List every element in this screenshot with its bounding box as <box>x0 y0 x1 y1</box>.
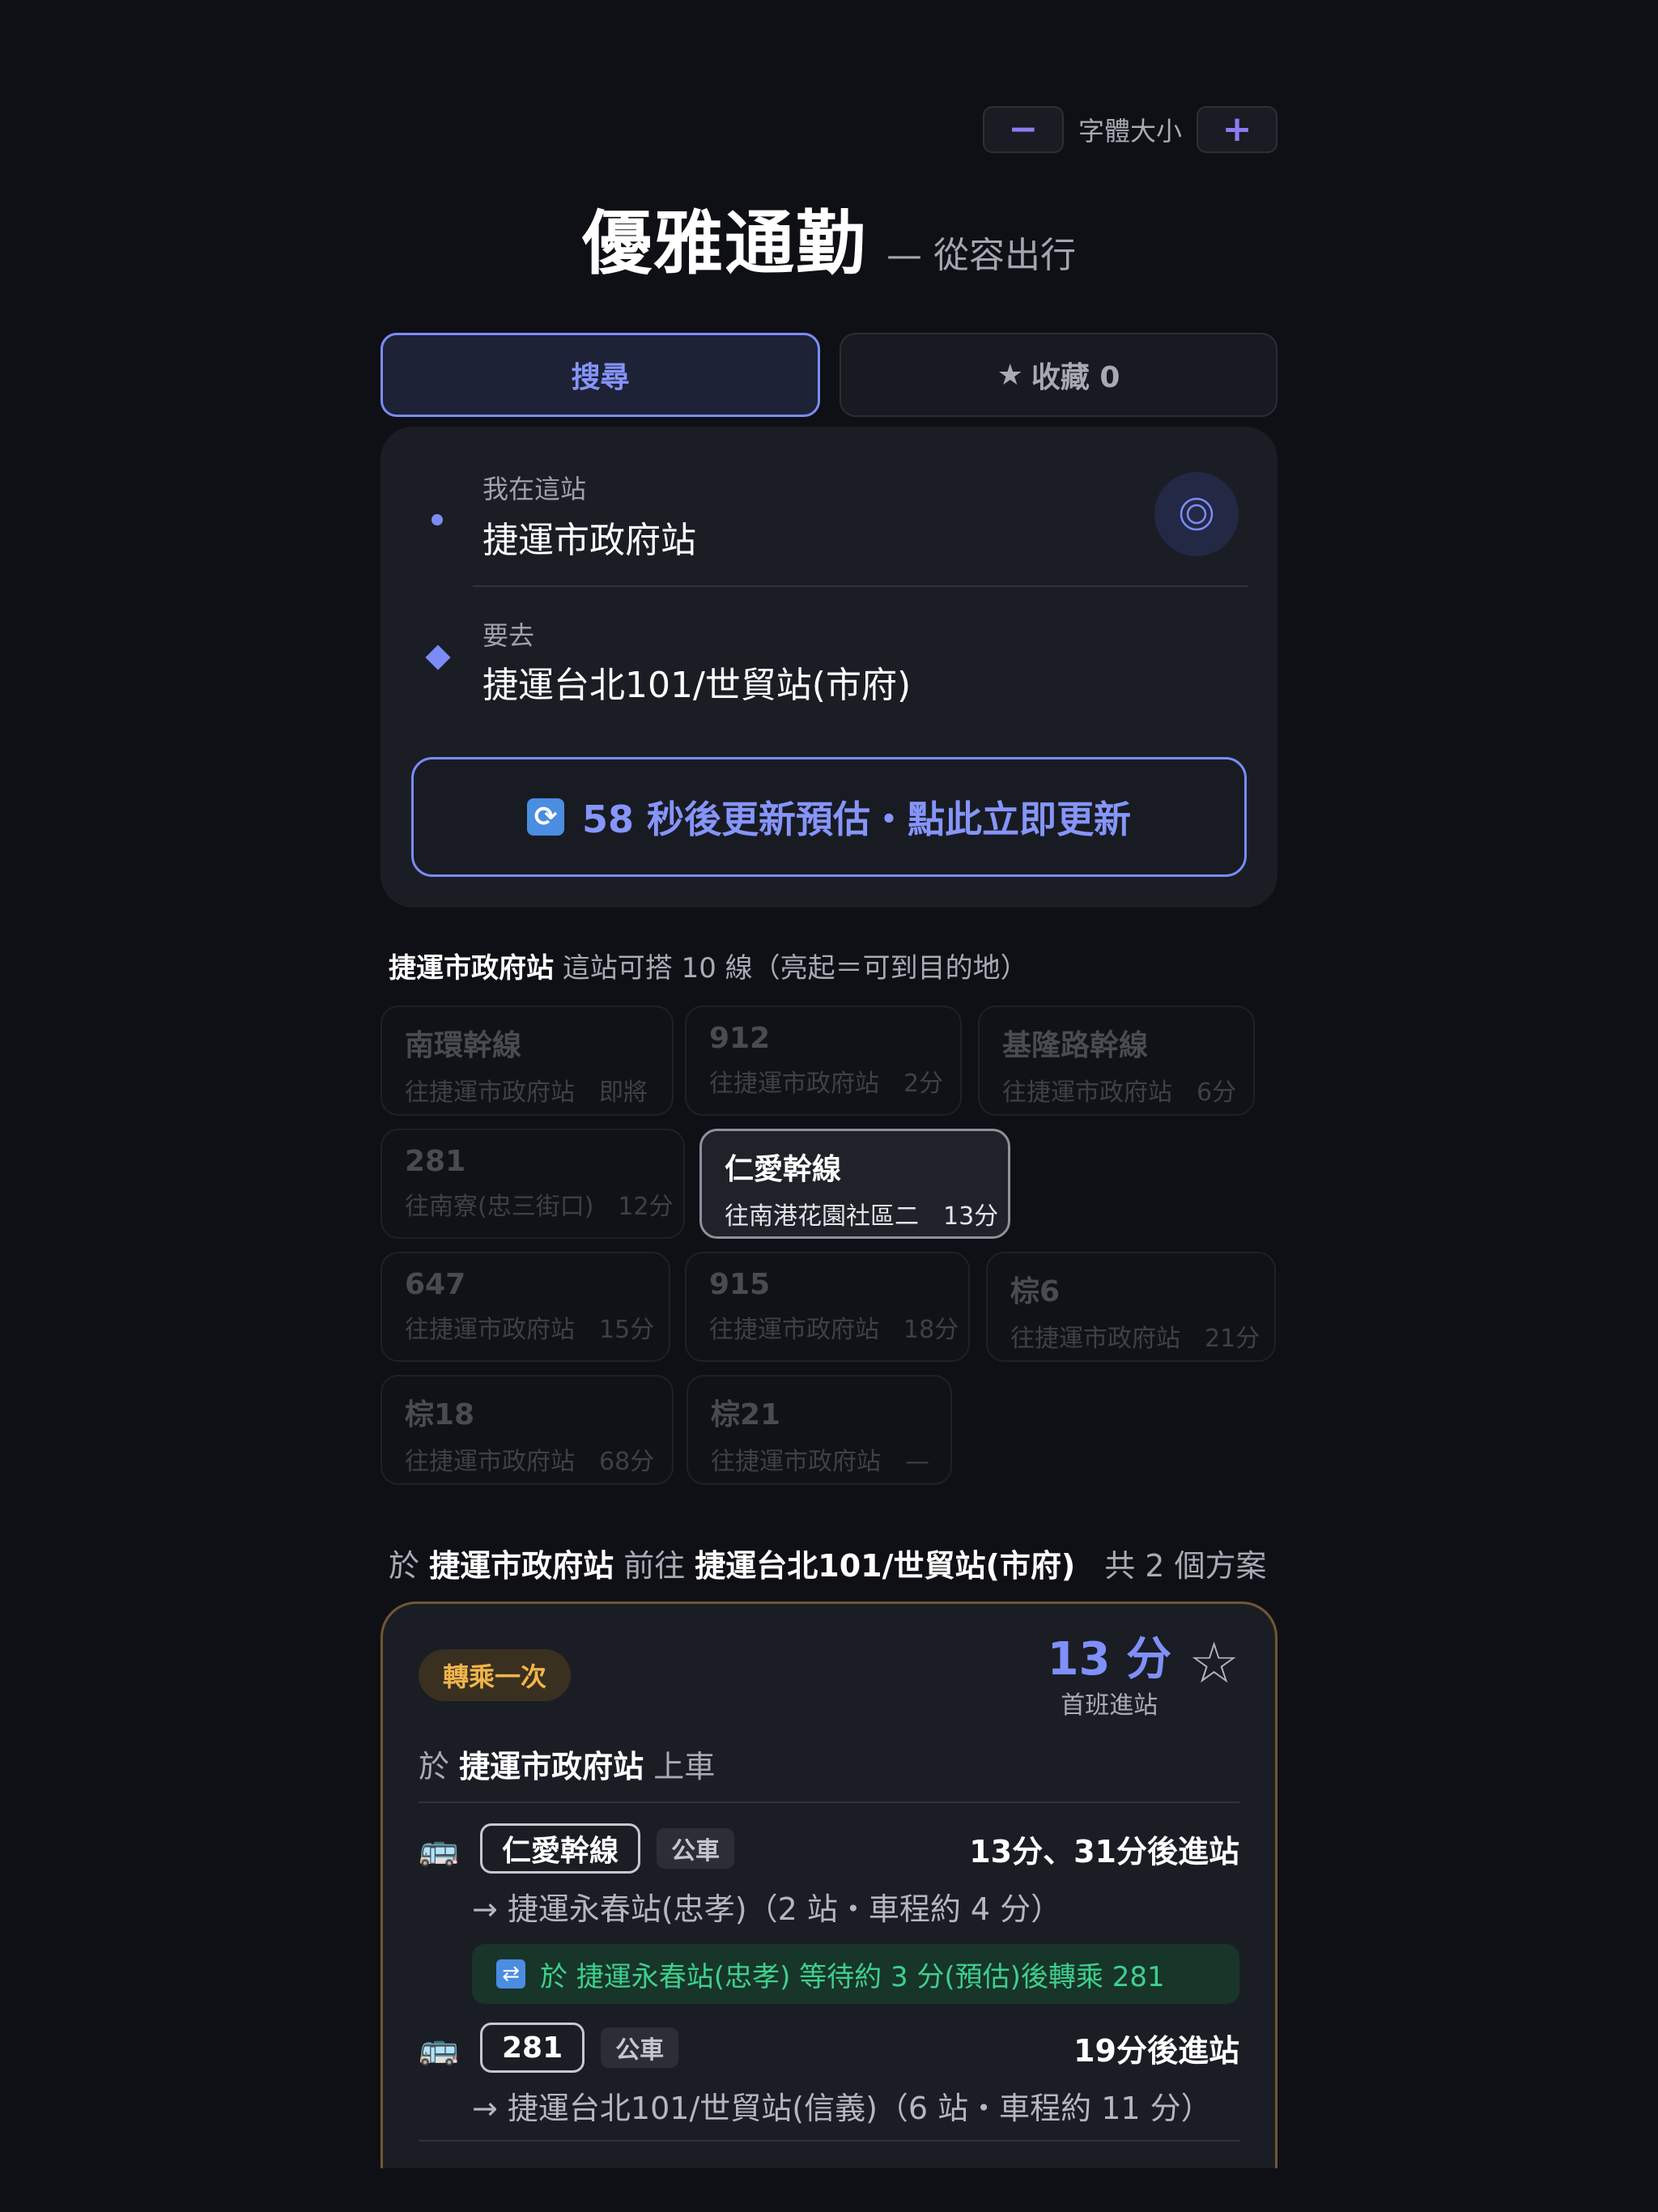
route-chip-name: 棕18 <box>405 1398 475 1431</box>
bus-icon: 🚌 <box>419 1830 459 1868</box>
plans-to-station: 捷運台北101/世貿站(市府) <box>695 1548 1076 1584</box>
app-subtitle: — 從容出行 <box>886 235 1076 276</box>
route-chip-dest: 往捷運市政府站 2分 <box>709 1070 944 1098</box>
refresh-icon: ⟳ <box>526 798 564 836</box>
plans-header-text: 於 <box>389 1548 430 1584</box>
eta-minutes: 13 分 <box>1047 1633 1171 1686</box>
plan-card[interactable]: 轉乘一次 13 分 首班進站 ☆ 於 捷運市政府站 上車 🚌 仁愛幹線 公車 1… <box>380 1602 1278 2168</box>
route-chip[interactable]: 912 往捷運市政府站 2分 <box>685 1006 962 1116</box>
leg-row: 🚌 281 公車 19分後進站 <box>419 2022 1239 2074</box>
eta-label: 首班進站 <box>1061 1691 1158 1720</box>
transfer-notice: ⇄ 於 捷運永春站(忠孝) 等待約 3 分(預估)後轉乘 281 <box>472 1944 1239 2004</box>
route-chip[interactable]: 基隆路幹線 往捷運市政府站 6分 <box>978 1006 1255 1116</box>
plan-divider <box>419 1802 1239 1803</box>
target-icon <box>1180 497 1214 531</box>
destination-input[interactable]: 捷運台北101/世貿站(市府) <box>483 656 911 708</box>
station-lines-summary: 這站可搭 10 線（亮起＝可到目的地） <box>554 952 1028 985</box>
route-chip-dest: 往南港花園社區二 13分 <box>725 1202 999 1231</box>
route-chip-name: 南環幹線 <box>405 1029 522 1062</box>
destination-label: 要去 <box>483 620 535 651</box>
arrival-times: 13分、31分後進站 <box>969 1833 1239 1870</box>
tab-favorites-label: 收藏 0 <box>1031 361 1120 394</box>
route-chip-dest: 往捷運市政府站 即將 <box>405 1078 648 1107</box>
transfer-badge: 轉乘一次 <box>419 1649 572 1701</box>
route-chip[interactable]: 281 往南寮(忠三街口) 12分 <box>380 1129 685 1239</box>
route-chip[interactable]: 棕18 往捷運市政府站 68分 <box>380 1375 674 1485</box>
route-chip[interactable]: 915 往捷運市政府站 18分 <box>685 1252 970 1362</box>
transfer-icon: ⇄ <box>496 1959 525 1989</box>
arrival-times: 19分後進站 <box>1073 2032 1239 2069</box>
route-chip-dest: 往捷運市政府站 6分 <box>1002 1078 1237 1107</box>
route-chip-lit[interactable]: 仁愛幹線 往南港花園社區二 13分 <box>699 1129 1010 1239</box>
route-chip-name: 915 <box>709 1268 771 1301</box>
origin-label: 我在這站 <box>483 474 587 504</box>
route-chip-name: 基隆路幹線 <box>1002 1029 1149 1062</box>
search-card: 我在這站 捷運市政府站 要去 捷運台北101/世貿站(市府) ⟳ 58 秒後更新… <box>380 427 1278 908</box>
leg-destination: → 捷運永春站(忠孝)（2 站・車程約 4 分） <box>472 1891 1062 1927</box>
favorite-star-icon[interactable]: ☆ <box>1188 1635 1239 1691</box>
board-station: 捷運市政府站 <box>459 1749 644 1784</box>
route-chip-dest: 往捷運市政府站 21分 <box>1010 1325 1261 1353</box>
route-chip-name: 647 <box>405 1268 466 1301</box>
route-chip-name: 棕21 <box>711 1398 781 1431</box>
leg-row: 🚌 仁愛幹線 公車 13分、31分後進站 <box>419 1823 1239 1874</box>
transfer-text: 於 捷運永春站(忠孝) 等待約 3 分(預估)後轉乘 281 <box>540 1960 1165 1993</box>
app-title: 優雅通勤 <box>582 203 867 284</box>
font-size-control: − 字體大小 + <box>982 106 1278 153</box>
refresh-text: 58 秒後更新預估・點此立即更新 <box>581 798 1132 841</box>
field-divider <box>473 585 1248 587</box>
route-chip-name: 仁愛幹線 <box>725 1153 842 1186</box>
origin-dot-icon <box>432 514 443 525</box>
mode-tag: 公車 <box>601 2027 679 2068</box>
star-icon: ★ <box>997 358 1023 392</box>
route-badge[interactable]: 仁愛幹線 <box>480 1823 641 1874</box>
locate-button[interactable] <box>1154 472 1239 556</box>
tab-favorites[interactable]: ★ 收藏 0 <box>840 333 1278 417</box>
route-chip[interactable]: 647 往捷運市政府站 15分 <box>380 1252 670 1362</box>
route-chip-dest: 往捷運市政府站 15分 <box>405 1316 655 1344</box>
route-chip-name: 棕6 <box>1010 1275 1061 1308</box>
route-chip-dest: 往捷運市政府站 68分 <box>405 1448 655 1476</box>
route-chip[interactable]: 南環幹線 往捷運市政府站 即將 <box>380 1006 674 1116</box>
route-chip-name: 281 <box>405 1145 466 1178</box>
origin-input[interactable]: 捷運市政府站 <box>483 511 696 563</box>
eta: 13 分 首班進站 <box>1048 1635 1171 1721</box>
tab-search-label: 搜尋 <box>571 361 630 394</box>
refresh-button[interactable]: ⟳ 58 秒後更新預估・點此立即更新 <box>411 757 1247 877</box>
route-chip-name: 912 <box>709 1022 771 1055</box>
plan-divider <box>419 2140 1239 2142</box>
destination-diamond-icon <box>425 644 451 670</box>
tab-search[interactable]: 搜尋 <box>380 333 820 417</box>
station-name: 捷運市政府站 <box>389 952 554 985</box>
tab-bar: 搜尋 ★ 收藏 0 <box>380 333 1278 417</box>
leg-destination: → 捷運台北101/世貿站(信義)（6 站・車程約 11 分） <box>472 2091 1212 2126</box>
font-increase-button[interactable]: + <box>1197 106 1278 153</box>
route-chip[interactable]: 棕6 往捷運市政府站 21分 <box>986 1252 1276 1362</box>
mode-tag: 公車 <box>657 1828 735 1869</box>
station-lines-header: 捷運市政府站 這站可搭 10 線（亮起＝可到目的地） <box>389 946 1028 985</box>
route-chip-dest: 往捷運市政府站 18分 <box>709 1316 959 1344</box>
plans-count: 共 2 個方案 <box>1104 1548 1267 1584</box>
route-chip-dest: 往捷運市政府站 — <box>711 1448 929 1476</box>
plans-from-station: 捷運市政府站 <box>429 1548 614 1584</box>
font-size-label: 字體大小 <box>1078 116 1182 147</box>
board-info: 於 捷運市政府站 上車 <box>419 1749 716 1784</box>
route-badge[interactable]: 281 <box>480 2023 585 2073</box>
plans-header: 於 捷運市政府站 前往 捷運台北101/世貿站(市府) 共 2 個方案 <box>389 1541 1267 1585</box>
page-title: 優雅通勤 — 從容出行 <box>380 186 1278 287</box>
bus-icon: 🚌 <box>419 2029 459 2067</box>
font-decrease-button[interactable]: − <box>982 106 1064 153</box>
plans-header-text: 前往 <box>614 1548 695 1584</box>
route-chip[interactable]: 棕21 往捷運市政府站 — <box>687 1375 952 1485</box>
route-chip-dest: 往南寮(忠三街口) 12分 <box>405 1193 674 1221</box>
